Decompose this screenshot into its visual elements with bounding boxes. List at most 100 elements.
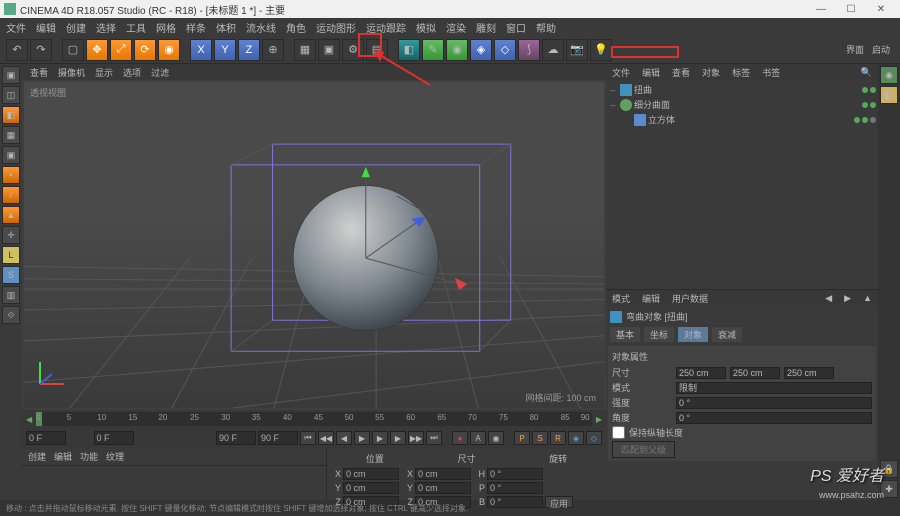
- move-tool[interactable]: ✥: [86, 39, 108, 61]
- coord-x-rot[interactable]: [487, 468, 543, 480]
- menu-select[interactable]: 选择: [96, 20, 116, 35]
- layout-label[interactable]: 界面: [846, 43, 864, 56]
- om-view[interactable]: 查看: [672, 66, 690, 79]
- vp-display[interactable]: 显示: [95, 66, 113, 79]
- menu-volume[interactable]: 体积: [216, 20, 236, 35]
- coord-z-rot[interactable]: [487, 496, 543, 508]
- light[interactable]: 💡: [590, 39, 612, 61]
- vp-view[interactable]: 查看: [30, 66, 48, 79]
- attr-tab-object[interactable]: 对象: [678, 327, 708, 342]
- mat-tab-tex[interactable]: 纹理: [106, 450, 124, 463]
- coord-apply[interactable]: 应用: [545, 496, 573, 508]
- mat-tab-func[interactable]: 功能: [80, 450, 98, 463]
- make-editable[interactable]: ▣: [2, 66, 20, 84]
- frame-start[interactable]: 0 F: [26, 431, 66, 445]
- coord-x-pos[interactable]: [343, 468, 399, 480]
- generator[interactable]: ◈: [470, 39, 492, 61]
- hypernurbs[interactable]: ◇: [494, 39, 516, 61]
- select-tool[interactable]: ▢: [62, 39, 84, 61]
- am-fwd-icon[interactable]: ▶: [844, 293, 851, 304]
- key-param[interactable]: ◈: [568, 431, 584, 445]
- close-button[interactable]: ✕: [866, 4, 896, 15]
- render-view[interactable]: ▦: [294, 39, 316, 61]
- menu-tracking[interactable]: 运动跟踪: [366, 20, 406, 35]
- object-manager[interactable]: – 扭曲 – 细分曲面 立方体: [606, 80, 878, 290]
- menu-character[interactable]: 角色: [286, 20, 306, 35]
- tweak-mode[interactable]: ⟐: [2, 306, 20, 324]
- om-search-icon[interactable]: 🔍: [861, 67, 872, 78]
- redo-button[interactable]: ↷: [30, 39, 52, 61]
- menu-mograph[interactable]: 运动图形: [316, 20, 356, 35]
- render-settings[interactable]: ⚙: [342, 39, 364, 61]
- coord-x-size[interactable]: [415, 468, 471, 480]
- edge-mode[interactable]: /: [2, 186, 20, 204]
- autokey[interactable]: A: [470, 431, 486, 445]
- menu-render[interactable]: 渲染: [446, 20, 466, 35]
- am-userdata[interactable]: 用户数据: [672, 292, 708, 305]
- attr-strength-val[interactable]: 0 °: [676, 397, 872, 409]
- rotate-tool[interactable]: ⟳: [134, 39, 156, 61]
- workplane-mode[interactable]: ▣: [2, 146, 20, 164]
- am-up-icon[interactable]: ▲: [863, 293, 872, 303]
- mat-tab-create[interactable]: 创建: [28, 450, 46, 463]
- om-edit[interactable]: 编辑: [642, 66, 660, 79]
- environment[interactable]: ☁: [542, 39, 564, 61]
- coord-system[interactable]: ⊕: [262, 39, 284, 61]
- coord-y-rot[interactable]: [487, 482, 543, 494]
- am-edit[interactable]: 编辑: [642, 292, 660, 305]
- rb-2[interactable]: ◧: [880, 86, 898, 104]
- prev-frame[interactable]: ◀: [336, 431, 352, 445]
- menu-sculpt[interactable]: 雕刻: [476, 20, 496, 35]
- object-mode[interactable]: ◧: [2, 106, 20, 124]
- axis-z-lock[interactable]: Z: [238, 39, 260, 61]
- play-forward[interactable]: ▶: [372, 431, 388, 445]
- next-frame[interactable]: ▶: [390, 431, 406, 445]
- object-row-bend[interactable]: – 扭曲: [608, 82, 876, 97]
- material-panel[interactable]: 创建 编辑 功能 纹理: [22, 448, 326, 500]
- menu-pipeline[interactable]: 流水线: [246, 20, 276, 35]
- axis-mode[interactable]: ✛: [2, 226, 20, 244]
- menu-edit[interactable]: 编辑: [36, 20, 56, 35]
- attr-size-y[interactable]: 250 cm: [730, 367, 780, 379]
- key-scale[interactable]: S: [532, 431, 548, 445]
- key-pos[interactable]: P: [514, 431, 530, 445]
- vp-camera[interactable]: 摄像机: [58, 66, 85, 79]
- attr-size-z[interactable]: 250 cm: [784, 367, 834, 379]
- axis-x-lock[interactable]: X: [190, 39, 212, 61]
- scale-tool[interactable]: ⤢: [110, 39, 132, 61]
- vp-options[interactable]: 选项: [123, 66, 141, 79]
- frame-current[interactable]: 0 F: [94, 431, 134, 445]
- key-selection[interactable]: ◉: [488, 431, 504, 445]
- frame-end[interactable]: 90 F: [216, 431, 256, 445]
- model-mode[interactable]: ◫: [2, 86, 20, 104]
- om-file[interactable]: 文件: [612, 66, 630, 79]
- menu-create[interactable]: 创建: [66, 20, 86, 35]
- attr-size-x[interactable]: 250 cm: [676, 367, 726, 379]
- snap-toggle[interactable]: S: [2, 266, 20, 284]
- menu-window[interactable]: 窗口: [506, 20, 526, 35]
- point-mode[interactable]: •: [2, 166, 20, 184]
- object-row-cube[interactable]: 立方体: [608, 112, 876, 127]
- enable-axis[interactable]: L: [2, 246, 20, 264]
- timeline-ruler[interactable]: ◀ 0 5 10 15 20 25 30 35 40 45 50 55 60 6…: [22, 410, 606, 428]
- goto-start[interactable]: ⏮: [300, 431, 316, 445]
- attr-tab-basic[interactable]: 基本: [610, 327, 640, 342]
- frame-total[interactable]: 90 F: [258, 431, 298, 445]
- attr-tab-coord[interactable]: 坐标: [644, 327, 674, 342]
- render-region[interactable]: ▤: [366, 39, 388, 61]
- am-back-icon[interactable]: ◀: [825, 293, 832, 304]
- maximize-button[interactable]: ☐: [836, 4, 866, 15]
- am-mode[interactable]: 模式: [612, 292, 630, 305]
- prev-key[interactable]: ◀◀: [318, 431, 334, 445]
- attr-tab-falloff[interactable]: 衰减: [712, 327, 742, 342]
- subdivision-surface[interactable]: ◉: [446, 39, 468, 61]
- attr-mode-val[interactable]: 限制: [676, 382, 872, 394]
- polygon-mode[interactable]: ▲: [2, 206, 20, 224]
- vp-filter[interactable]: 过滤: [151, 66, 169, 79]
- viewport-perspective[interactable]: 透视视图: [24, 82, 604, 408]
- object-name-sds[interactable]: 细分曲面: [634, 98, 860, 111]
- menu-spline[interactable]: 样条: [186, 20, 206, 35]
- workplane[interactable]: ▥: [2, 286, 20, 304]
- menu-tools[interactable]: 工具: [126, 20, 146, 35]
- recent-tool[interactable]: ◉: [158, 39, 180, 61]
